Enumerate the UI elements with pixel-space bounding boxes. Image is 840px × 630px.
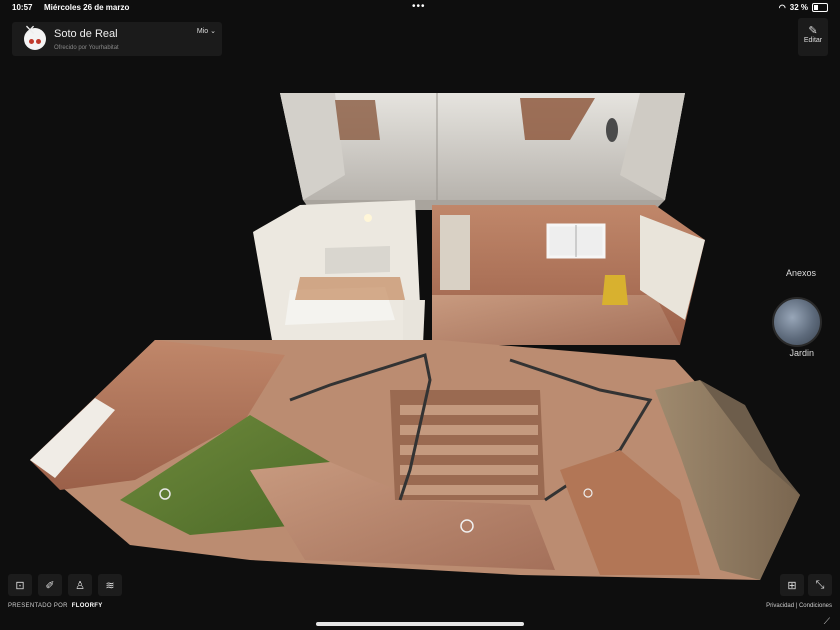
property-subtitle: Ofrecido por Yourhabitat — [54, 45, 119, 51]
layers-icon[interactable]: ≋ — [98, 574, 122, 596]
staircase — [390, 390, 545, 500]
corner-resize-icon: ⟋ — [823, 616, 830, 626]
dollhouse-3d-view[interactable] — [0, 0, 840, 630]
right-toolbar: ⊞ ⤡ — [780, 574, 832, 596]
annex-jardin-label[interactable]: Jardin — [789, 348, 814, 358]
bottom-toolbar: ⊡ ✐ ♙ ≋ — [8, 574, 122, 596]
edit-label: Editar — [803, 37, 823, 44]
property-title: Soto de Real — [54, 28, 118, 40]
measure-tool-icon[interactable]: ✐ — [38, 574, 62, 596]
annex-group-label: Anexos — [785, 268, 816, 278]
brand-logo[interactable]: FLOORFY — [72, 603, 103, 609]
presented-prefix: PRESENTADO POR — [8, 603, 68, 609]
close-icon[interactable]: × — [12, 16, 48, 44]
floorplan-view-icon[interactable]: ⊡ — [8, 574, 32, 596]
legal-links[interactable]: Privacidad | Condiciones — [766, 603, 832, 609]
patio-ground-floor[interactable] — [30, 340, 800, 580]
annex-jardin-thumbnail[interactable] — [772, 297, 822, 347]
edit-button[interactable]: ✎ Editar — [798, 18, 828, 56]
floor-selector-dropdown[interactable]: Mio ⌄ — [197, 27, 216, 35]
attic-room[interactable] — [280, 93, 685, 210]
view-mode-icon[interactable]: ⊞ — [780, 574, 804, 596]
home-indicator[interactable] — [316, 622, 524, 626]
pencil-icon: ✎ — [808, 25, 818, 37]
living-room[interactable] — [432, 205, 705, 345]
fullscreen-icon[interactable]: ⤡ — [808, 574, 832, 596]
kitchen-room[interactable] — [253, 200, 425, 345]
presented-by: PRESENTADO POR FLOORFY — [8, 603, 103, 609]
walkthrough-person-icon[interactable]: ♙ — [68, 574, 92, 596]
